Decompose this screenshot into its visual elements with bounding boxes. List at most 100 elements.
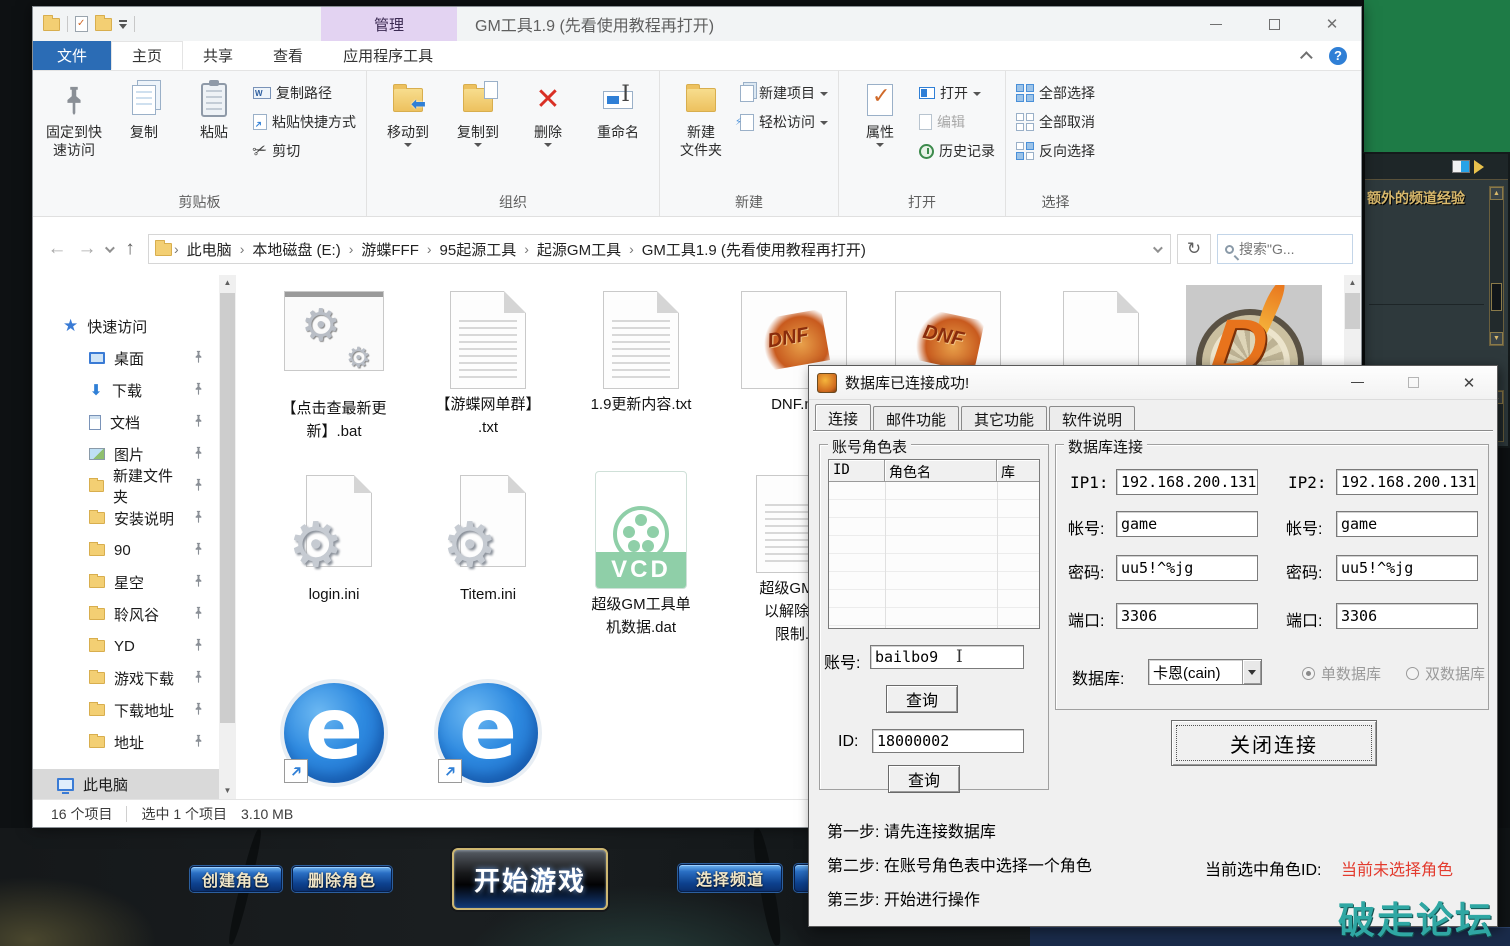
- easy-access-button[interactable]: 轻松访问: [740, 112, 828, 132]
- maximize-button[interactable]: [1385, 366, 1441, 400]
- address-dropdown-icon[interactable]: [1153, 243, 1163, 253]
- account-input[interactable]: bailbo9: [870, 645, 1024, 669]
- properties-icon[interactable]: [75, 16, 88, 32]
- tab-other[interactable]: 其它功能: [961, 406, 1047, 431]
- select-channel-button[interactable]: 选择频道: [678, 864, 782, 892]
- scroll-down-icon[interactable]: ▼: [219, 783, 236, 799]
- start-game-button[interactable]: 开始游戏: [452, 848, 608, 910]
- copy-to-button[interactable]: 复制到: [447, 77, 509, 192]
- maximize-button[interactable]: [1245, 7, 1303, 41]
- rename-button[interactable]: 重命名: [587, 77, 649, 192]
- select-all-button[interactable]: 全部选择: [1016, 83, 1095, 103]
- file-item-ini[interactable]: ⚙ login.ini: [259, 475, 409, 606]
- scroll-up-icon[interactable]: ▲: [1490, 187, 1503, 200]
- new-item-button[interactable]: 新建项目: [740, 83, 828, 103]
- tab-share[interactable]: 共享: [183, 41, 253, 70]
- db-password-input-1[interactable]: uu5!^%jg: [1116, 555, 1258, 581]
- breadcrumb-item[interactable]: 本地磁盘 (E:): [246, 239, 346, 260]
- search-box[interactable]: [1217, 234, 1353, 264]
- scroll-thumb[interactable]: [220, 293, 235, 723]
- paste-button[interactable]: 粘贴: [183, 77, 245, 192]
- search-input[interactable]: [1239, 241, 1345, 257]
- column-header-name[interactable]: 角色名: [885, 460, 997, 482]
- ip1-input[interactable]: 192.168.200.131: [1116, 469, 1258, 495]
- delete-button[interactable]: ✕ 删除: [517, 77, 579, 192]
- tab-file[interactable]: 文件: [33, 41, 111, 70]
- new-folder-button[interactable]: 新建 文件夹: [670, 77, 732, 192]
- scroll-thumb[interactable]: [1491, 283, 1502, 311]
- breadcrumb[interactable]: › 此电脑› 本地磁盘 (E:)› 游蝶FFF› 95起源工具› 起源GM工具›…: [148, 234, 1171, 264]
- move-to-button[interactable]: ⬅ 移动到: [377, 77, 439, 192]
- sidebar-item-quick-access[interactable]: ★ 快速访问: [33, 311, 219, 341]
- minimize-button[interactable]: [1329, 366, 1385, 400]
- file-item-txt[interactable]: 1.9更新内容.txt: [566, 291, 716, 416]
- history-button[interactable]: 历史记录: [919, 141, 995, 161]
- query-id-button[interactable]: 查询: [888, 765, 960, 793]
- up-icon[interactable]: ↑: [118, 238, 142, 260]
- breadcrumb-item[interactable]: 起源GM工具: [531, 239, 627, 260]
- sidebar-item-folder[interactable]: 游戏下载: [33, 663, 219, 693]
- paste-shortcut-button[interactable]: 粘贴快捷方式: [253, 112, 356, 132]
- sidebar-item-folder[interactable]: 90: [33, 535, 219, 565]
- db-account-input-1[interactable]: game: [1116, 511, 1258, 537]
- tab-home[interactable]: 主页: [111, 41, 183, 70]
- sidebar-item-folder[interactable]: YD: [33, 631, 219, 661]
- sidebar-item-desktop[interactable]: 桌面: [33, 343, 219, 373]
- sidebar-item-this-pc[interactable]: 此电脑: [33, 769, 219, 799]
- help-icon[interactable]: ?: [1329, 47, 1347, 65]
- file-item-browser-shortcut[interactable]: e: [413, 683, 563, 783]
- new-folder-icon[interactable]: [95, 18, 112, 31]
- file-item-ini[interactable]: ⚙ Titem.ini: [413, 475, 563, 606]
- folder-icon[interactable]: [43, 18, 60, 31]
- id-input[interactable]: 18000002: [872, 729, 1024, 753]
- close-button[interactable]: ✕: [1441, 366, 1497, 400]
- file-item-browser-shortcut[interactable]: e: [259, 683, 409, 783]
- manage-contextual-tab[interactable]: 管理: [321, 7, 457, 41]
- scroll-thumb[interactable]: [1345, 293, 1360, 329]
- pin-to-quick-access-button[interactable]: 固定到快 速访问: [43, 77, 105, 192]
- radio-double-db[interactable]: 双数据库: [1406, 663, 1485, 684]
- sidebar-item-folder[interactable]: 星空: [33, 567, 219, 597]
- sidebar-item-folder[interactable]: 聆风谷: [33, 599, 219, 629]
- properties-button[interactable]: 属性: [849, 77, 911, 192]
- collapse-ribbon-icon[interactable]: [1300, 51, 1313, 64]
- scroll-down-icon[interactable]: ▼: [1490, 332, 1503, 345]
- recent-locations-icon[interactable]: [105, 243, 115, 253]
- breadcrumb-item[interactable]: 95起源工具: [434, 239, 523, 260]
- tab-mail[interactable]: 邮件功能: [873, 406, 959, 431]
- column-header-db[interactable]: 库: [997, 460, 1039, 482]
- db-password-input-2[interactable]: uu5!^%jg: [1336, 555, 1478, 581]
- query-account-button[interactable]: 查询: [886, 685, 958, 713]
- dialog-titlebar[interactable]: 数据库已连接成功! ✕: [809, 366, 1497, 400]
- refresh-button[interactable]: ↻: [1177, 234, 1211, 264]
- file-item-dat[interactable]: VCD 超级GM工具单 机数据.dat: [566, 471, 716, 639]
- db-port-input-1[interactable]: 3306: [1116, 603, 1258, 629]
- tab-connect[interactable]: 连接: [815, 404, 871, 431]
- sidebar-scrollbar[interactable]: ▲ ▼: [219, 275, 236, 799]
- sidebar-item-folder[interactable]: 安装说明: [33, 503, 219, 533]
- forward-icon[interactable]: →: [75, 238, 99, 260]
- qat-customize-icon[interactable]: [119, 20, 127, 29]
- sidebar-item-folder[interactable]: 新建文件夹: [33, 471, 219, 501]
- breadcrumb-item[interactable]: GM工具1.9 (先看使用教程再打开): [636, 239, 872, 260]
- combo-dropdown-icon[interactable]: [1242, 660, 1261, 684]
- db-port-input-2[interactable]: 3306: [1336, 603, 1478, 629]
- edit-button[interactable]: 编辑: [919, 112, 995, 132]
- select-none-button[interactable]: 全部取消: [1016, 112, 1095, 132]
- sidebar-item-folder[interactable]: 下载地址: [33, 695, 219, 725]
- close-connection-button[interactable]: 关闭连接: [1171, 720, 1377, 766]
- sidebar-item-downloads[interactable]: ⬇ 下载: [33, 375, 219, 405]
- tab-app-tools[interactable]: 应用程序工具: [323, 41, 453, 70]
- ip2-input[interactable]: 192.168.200.131: [1336, 469, 1478, 495]
- cut-button[interactable]: ✂ 剪切: [253, 141, 356, 161]
- sidebar-item-documents[interactable]: 文档: [33, 407, 219, 437]
- breadcrumb-item[interactable]: 此电脑: [181, 239, 238, 260]
- tab-view[interactable]: 查看: [253, 41, 323, 70]
- create-character-button[interactable]: 创建角色: [190, 866, 282, 892]
- db-account-input-2[interactable]: game: [1336, 511, 1478, 537]
- file-item-bat[interactable]: ⚙⚙ 【点击查最新更 新】.bat: [259, 291, 409, 443]
- minimize-button[interactable]: [1187, 7, 1245, 41]
- db-select-combo[interactable]: 卡恩(cain): [1148, 659, 1262, 685]
- copy-path-button[interactable]: W 复制路径: [253, 83, 356, 103]
- radio-single-db[interactable]: 单数据库: [1302, 663, 1381, 684]
